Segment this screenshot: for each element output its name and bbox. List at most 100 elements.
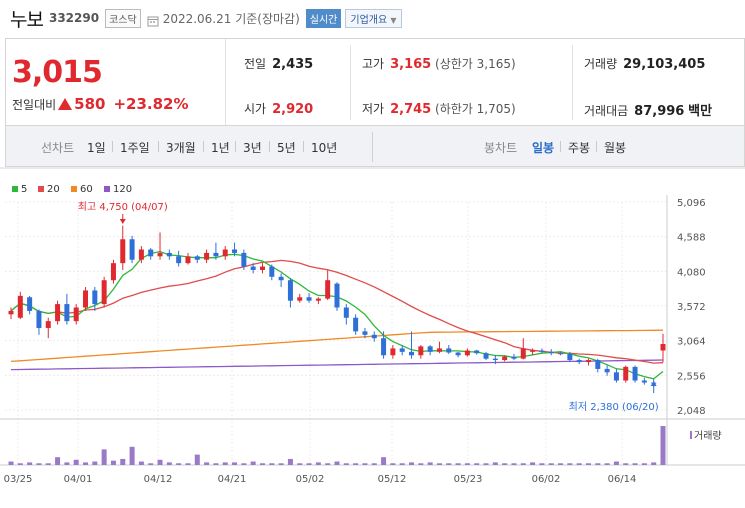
candle-body [120, 239, 126, 264]
candle-body [511, 356, 517, 359]
period-3y[interactable]: 3년 [243, 139, 262, 156]
low-value: 2,745 [390, 102, 432, 117]
volume-bar [436, 463, 442, 465]
low-cell: 저가 2,745 (하한가 1,705) [362, 100, 516, 117]
candle-body [502, 356, 508, 361]
candle-body [27, 297, 33, 311]
volume-cell: 거래량 29,103,405 [584, 55, 705, 72]
y-tick-label: 2,556 [677, 371, 706, 382]
y-tick-label: 3,572 [677, 302, 706, 313]
realtime-button[interactable]: 실시간 [305, 8, 342, 28]
volume-bar [129, 446, 135, 465]
volume-bar [73, 459, 79, 465]
candle-body [464, 350, 470, 356]
separator [596, 141, 597, 152]
candle-body [250, 266, 256, 270]
candle-body [343, 307, 349, 318]
volume-bar [222, 462, 228, 465]
volume-bar [55, 457, 61, 465]
volume-bar [36, 463, 42, 465]
amount-value: 87,996 [634, 104, 685, 119]
volume-bar [381, 457, 387, 465]
chart-legend: 5 20 60 120 [12, 184, 132, 195]
legend-label: 60 [80, 184, 93, 195]
candle-body [222, 249, 228, 257]
volume-bar [474, 463, 480, 465]
candle-body [381, 338, 387, 356]
legend-swatch [71, 186, 77, 192]
candle-body [548, 351, 554, 354]
candle-body [604, 368, 610, 373]
open-label: 시가 [244, 102, 267, 116]
candle-body [213, 252, 219, 257]
candle-body [157, 252, 163, 257]
candle-body [64, 304, 70, 322]
x-tick-label: 03/25 [4, 474, 33, 485]
candle-body [576, 360, 582, 363]
stock-code: 332290 [48, 11, 100, 25]
volume-bar [325, 463, 331, 465]
volume-bar [446, 463, 452, 465]
chevron-down-icon: ▼ [390, 15, 397, 25]
period-5y[interactable]: 5년 [277, 139, 296, 156]
candle-body [371, 334, 377, 339]
volume-bar [632, 463, 638, 465]
chart-svg[interactable]: 5 20 60 120 거래량 5,096 4,588 4,080 3,572 3,064 2,… [0, 167, 745, 504]
volume-bars: 거래량 [8, 426, 722, 465]
candle-body [530, 350, 536, 352]
candle-body [287, 280, 293, 301]
period-1y[interactable]: 1년 [211, 139, 230, 156]
volume-bar [8, 461, 14, 465]
lower-limit-text: (하한가 1,705) [435, 102, 516, 116]
market-badge: 코스닥 [105, 8, 141, 28]
candle-body [55, 304, 61, 322]
volume-bar [567, 463, 573, 465]
volume-bar [110, 460, 116, 465]
volume-bar [585, 463, 591, 465]
candle-daily[interactable]: 일봉 [532, 139, 554, 156]
candle-body [194, 256, 200, 260]
period-3m[interactable]: 3개월 [166, 139, 196, 156]
diff-percent: +23.82% [113, 95, 189, 113]
volume-bar [138, 461, 144, 465]
legend-label: 20 [47, 184, 60, 195]
volume-bar [157, 459, 163, 465]
volume-bar [502, 463, 508, 465]
period-1w[interactable]: 1주일 [120, 139, 150, 156]
separator [112, 141, 113, 152]
candle-body [539, 350, 545, 352]
high-value: 3,165 [390, 57, 432, 72]
low-annotation: 최저 2,380 (06/20) [569, 401, 659, 413]
candle-body [446, 348, 452, 353]
volume-bar [409, 462, 415, 465]
candle-body [92, 290, 98, 305]
company-overview-button[interactable]: 기업개요 ▼ [345, 8, 402, 28]
separator [269, 141, 270, 152]
candle-body [17, 295, 23, 318]
candle-monthly[interactable]: 월봉 [604, 139, 626, 156]
volume-bar [660, 426, 666, 465]
volume-legend-label: 거래량 [694, 430, 722, 442]
ma-line-120 [10, 359, 664, 371]
candle-body [241, 252, 247, 267]
divider [572, 45, 573, 120]
candle-body [297, 297, 303, 301]
stock-chart[interactable]: 5 20 60 120 거래량 5,096 4,588 4,080 3,572 3,064 2,… [0, 167, 745, 504]
x-tick-label: 04/12 [144, 474, 173, 485]
candle-chart-label[interactable]: 봉차트 [484, 139, 517, 156]
candle-body [83, 290, 89, 308]
volume-bar [343, 463, 349, 465]
candle-body [353, 317, 359, 332]
candle-body [595, 360, 601, 369]
candle-body [474, 350, 480, 354]
x-tick-label: 05/02 [296, 474, 325, 485]
period-1d[interactable]: 1일 [87, 139, 106, 156]
volume-bar [45, 463, 51, 465]
period-10y[interactable]: 10년 [311, 139, 337, 156]
line-chart-label[interactable]: 선차트 [41, 139, 74, 156]
separator [303, 141, 304, 152]
candle-body [334, 283, 340, 308]
candle-weekly[interactable]: 주봉 [568, 139, 590, 156]
separator [235, 141, 236, 152]
candle-body [73, 307, 79, 322]
